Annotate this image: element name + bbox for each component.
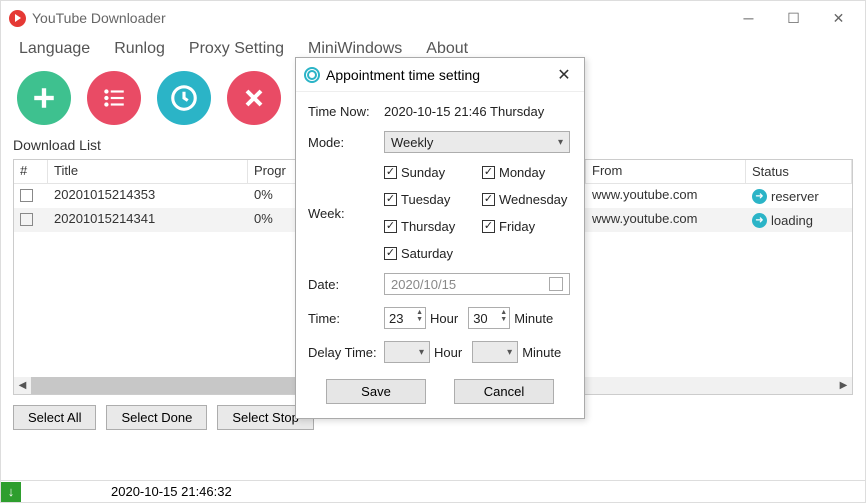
menu-runlog[interactable]: Runlog: [104, 38, 175, 60]
dialog-icon: [304, 67, 320, 83]
spin-up-icon[interactable]: ▲: [500, 309, 507, 316]
row-checkbox[interactable]: [20, 189, 33, 202]
label-mode: Mode:: [308, 135, 384, 150]
scroll-right-icon[interactable]: ▶: [835, 377, 852, 394]
label-minute-2: Minute: [522, 345, 561, 360]
status-icon: ➜: [752, 213, 767, 228]
download-indicator-icon[interactable]: ↓: [1, 482, 21, 502]
schedule-button[interactable]: [157, 71, 211, 125]
row-from: www.youtube.com: [586, 208, 746, 232]
select-done-button[interactable]: Select Done: [106, 405, 207, 430]
chevron-down-icon: ▾: [507, 347, 512, 358]
chevron-down-icon: ▾: [558, 137, 563, 148]
row-status: reserver: [771, 189, 819, 204]
dialog-title: Appointment time setting: [326, 67, 480, 83]
checkbox-friday[interactable]: ✓Friday: [482, 219, 570, 234]
minute-spinner[interactable]: 30▲▼: [468, 307, 510, 329]
date-value: 2020/10/15: [391, 277, 456, 292]
x-icon: [242, 86, 266, 110]
col-title[interactable]: Title: [48, 160, 248, 183]
delete-button[interactable]: [227, 71, 281, 125]
menu-proxy[interactable]: Proxy Setting: [179, 38, 294, 60]
delay-hour-select[interactable]: ▾: [384, 341, 430, 363]
col-num[interactable]: #: [14, 160, 48, 183]
title-bar: YouTube Downloader ─ ☐ ✕: [1, 1, 865, 35]
status-icon: ➜: [752, 189, 767, 204]
checkbox-monday[interactable]: ✓Monday: [482, 165, 570, 180]
status-time: 2020-10-15 21:46:32: [111, 484, 232, 499]
checkbox-thursday[interactable]: ✓Thursday: [384, 219, 472, 234]
row-title: 20201015214353: [48, 184, 248, 208]
plus-icon: [31, 85, 57, 111]
list-icon: [101, 85, 127, 111]
window-title: YouTube Downloader: [32, 10, 166, 26]
app-logo-icon: [9, 10, 26, 27]
hour-spinner[interactable]: 23▲▼: [384, 307, 426, 329]
spin-down-icon[interactable]: ▼: [500, 316, 507, 323]
close-button[interactable]: ✕: [816, 3, 861, 33]
label-minute: Minute: [514, 311, 553, 326]
col-status[interactable]: Status: [746, 160, 852, 183]
scroll-left-icon[interactable]: ◀: [14, 377, 31, 394]
maximize-button[interactable]: ☐: [771, 3, 816, 33]
value-time-now: 2020-10-15 21:46 Thursday: [384, 104, 544, 119]
row-checkbox[interactable]: [20, 213, 33, 226]
cancel-button[interactable]: Cancel: [454, 379, 554, 404]
appointment-dialog: Appointment time setting ✕ Time Now: 202…: [295, 57, 585, 419]
calendar-icon: [549, 277, 563, 291]
label-time: Time:: [308, 311, 384, 326]
select-all-button[interactable]: Select All: [13, 405, 96, 430]
row-from: www.youtube.com: [586, 184, 746, 208]
label-time-now: Time Now:: [308, 104, 384, 119]
row-status: loading: [771, 213, 813, 228]
dialog-titlebar: Appointment time setting ✕: [296, 58, 584, 92]
add-button[interactable]: [17, 71, 71, 125]
spin-up-icon[interactable]: ▲: [416, 309, 423, 316]
checkbox-wednesday[interactable]: ✓Wednesday: [482, 192, 570, 207]
list-button[interactable]: [87, 71, 141, 125]
label-delay: Delay Time:: [308, 345, 384, 360]
dialog-close-button[interactable]: ✕: [552, 65, 576, 85]
label-hour: Hour: [430, 311, 458, 326]
label-date: Date:: [308, 277, 384, 292]
delay-minute-select[interactable]: ▾: [472, 341, 518, 363]
status-bar: ↓ 2020-10-15 21:46:32: [1, 480, 865, 502]
col-from[interactable]: From: [586, 160, 746, 183]
chevron-down-icon: ▾: [419, 347, 424, 358]
label-hour-2: Hour: [434, 345, 462, 360]
checkbox-sunday[interactable]: ✓Sunday: [384, 165, 472, 180]
clock-icon: [169, 83, 199, 113]
save-button[interactable]: Save: [326, 379, 426, 404]
mode-select[interactable]: Weekly ▾: [384, 131, 570, 153]
spin-down-icon[interactable]: ▼: [416, 316, 423, 323]
minimize-button[interactable]: ─: [726, 3, 771, 33]
label-week: Week:: [308, 206, 384, 221]
menu-language[interactable]: Language: [9, 38, 100, 60]
checkbox-saturday[interactable]: ✓Saturday: [384, 246, 472, 261]
checkbox-tuesday[interactable]: ✓Tuesday: [384, 192, 472, 207]
mode-value: Weekly: [391, 135, 433, 150]
date-input[interactable]: 2020/10/15: [384, 273, 570, 295]
row-title: 20201015214341: [48, 208, 248, 232]
week-grid: ✓Sunday ✓Monday ✓Tuesday ✓Wednesday ✓Thu…: [384, 165, 570, 261]
